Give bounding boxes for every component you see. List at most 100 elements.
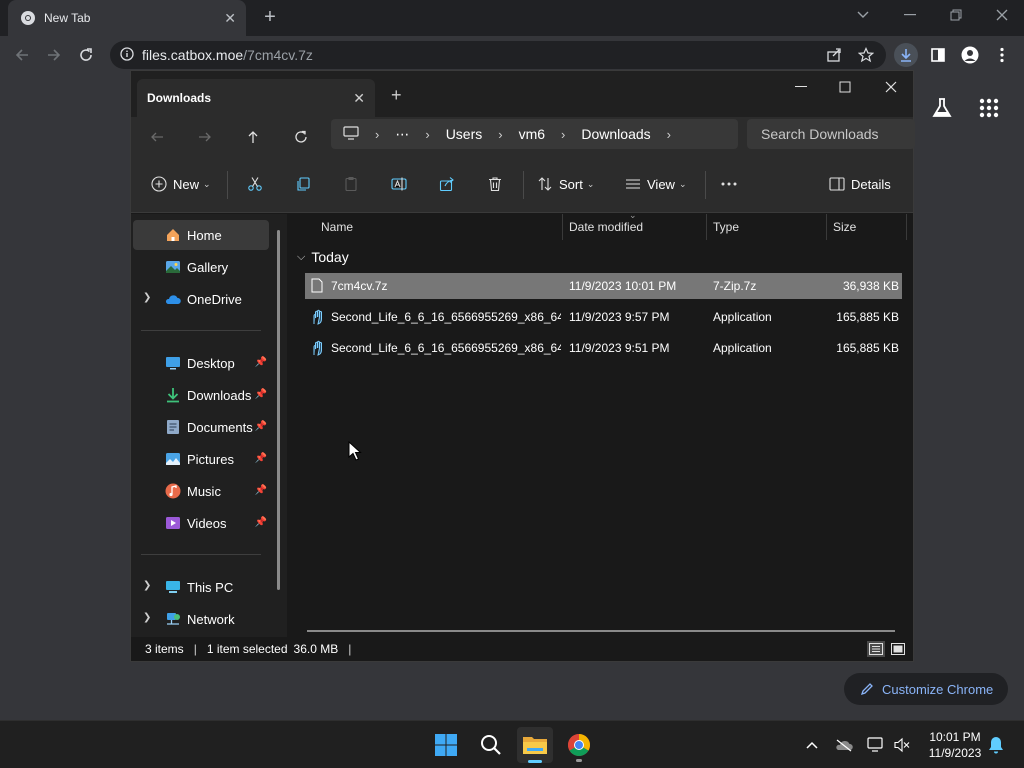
- taskbar-search-button[interactable]: [473, 727, 509, 763]
- file-row[interactable]: Second_Life_6_6_16_6566955269_x86_64_S..…: [305, 335, 902, 361]
- sidebar-item-gallery[interactable]: Gallery: [133, 252, 269, 282]
- sidebar-item-desktop[interactable]: Desktop 📌: [133, 348, 269, 378]
- column-header-name[interactable]: Name: [315, 214, 563, 240]
- labs-flask-icon[interactable]: [930, 96, 954, 120]
- new-tab-button[interactable]: +: [258, 6, 282, 30]
- pin-icon[interactable]: 📌: [255, 421, 267, 432]
- restore-icon[interactable]: [942, 4, 970, 26]
- explorer-address-bar[interactable]: › ⋯ › Users › vm6 › Downloads ›: [331, 119, 738, 149]
- taskbar-file-explorer[interactable]: [517, 727, 553, 763]
- profile-avatar-icon[interactable]: [958, 43, 982, 67]
- sidebar-item-this-pc[interactable]: ❯ This PC: [133, 572, 269, 602]
- explorer-body: Home Gallery ❯ OneDrive Desktop 📌 Downlo…: [131, 210, 913, 637]
- rename-button[interactable]: [391, 171, 407, 197]
- explorer-forward-icon[interactable]: [191, 123, 219, 151]
- chevron-right-icon[interactable]: ❯: [143, 292, 151, 303]
- pin-icon[interactable]: 📌: [255, 389, 267, 400]
- delete-button[interactable]: [487, 171, 503, 197]
- site-info-icon[interactable]: [120, 46, 134, 64]
- column-header-type[interactable]: Type: [707, 214, 827, 240]
- start-button[interactable]: [428, 727, 464, 763]
- breadcrumb-chevron-icon: ›: [425, 126, 430, 142]
- sidebar-item-pictures[interactable]: Pictures 📌: [133, 444, 269, 474]
- customize-chrome-button[interactable]: Customize Chrome: [844, 673, 1008, 705]
- tray-overflow-chevron-icon[interactable]: [802, 735, 822, 755]
- cut-button[interactable]: [247, 171, 263, 197]
- google-apps-grid-icon[interactable]: [978, 97, 1002, 121]
- sidebar-item-downloads[interactable]: Downloads 📌: [133, 380, 269, 410]
- explorer-up-icon[interactable]: [239, 123, 267, 151]
- chevron-right-icon[interactable]: ❯: [143, 580, 151, 591]
- tab-close-icon[interactable]: ✕: [224, 10, 236, 27]
- breadcrumb-vm6[interactable]: vm6: [519, 126, 545, 142]
- new-button[interactable]: New ⌄: [151, 171, 211, 197]
- forward-arrow-icon[interactable]: [42, 43, 66, 67]
- file-row[interactable]: 7cm4cv.7z 11/9/2023 10:01 PM 7-Zip.7z 36…: [305, 273, 902, 299]
- more-options-button[interactable]: [721, 171, 737, 197]
- explorer-new-tab-button[interactable]: +: [391, 85, 402, 106]
- volume-muted-icon[interactable]: [892, 735, 912, 755]
- pin-icon[interactable]: 📌: [255, 485, 267, 496]
- side-panel-icon[interactable]: [926, 43, 950, 67]
- sidebar-scrollbar[interactable]: [277, 230, 280, 590]
- tab-search-icon[interactable]: [849, 4, 877, 26]
- explorer-close-icon[interactable]: [873, 75, 909, 99]
- explorer-minimize-icon[interactable]: [783, 75, 819, 99]
- bookmark-star-icon[interactable]: [854, 43, 878, 67]
- copy-button[interactable]: [295, 171, 311, 197]
- group-header-label: Today: [311, 249, 349, 265]
- back-arrow-icon[interactable]: [10, 43, 34, 67]
- horizontal-scrollbar[interactable]: [307, 630, 895, 632]
- taskbar-chrome[interactable]: [561, 727, 597, 763]
- downloads-icon[interactable]: [894, 43, 918, 67]
- video-icon: [165, 515, 181, 531]
- explorer-tab-close-icon[interactable]: ✕: [353, 90, 365, 107]
- tab-new-tab[interactable]: New Tab ✕: [8, 0, 246, 36]
- file-generic-icon: [311, 278, 325, 294]
- explorer-refresh-icon[interactable]: [287, 123, 315, 151]
- network-status-icon[interactable]: [866, 735, 886, 755]
- chevron-right-icon[interactable]: ❯: [143, 612, 151, 623]
- column-header-size[interactable]: Size: [827, 214, 907, 240]
- paste-button[interactable]: [343, 171, 359, 197]
- sidebar-item-documents[interactable]: Documents 📌: [133, 412, 269, 442]
- details-view-icon[interactable]: [867, 641, 885, 657]
- breadcrumb-overflow-icon[interactable]: ⋯: [395, 126, 409, 143]
- file-type: 7-Zip.7z: [713, 279, 757, 293]
- minimize-icon[interactable]: [896, 4, 924, 26]
- sidebar-item-label: Pictures: [187, 451, 234, 467]
- reload-icon[interactable]: [74, 43, 98, 67]
- explorer-search-input[interactable]: Search Downloads: [747, 119, 915, 149]
- details-button[interactable]: Details: [829, 171, 891, 197]
- chrome-menu-icon[interactable]: [990, 43, 1014, 67]
- sidebar-item-onedrive[interactable]: ❯ OneDrive: [133, 284, 269, 314]
- onedrive-tray-icon[interactable]: [834, 735, 854, 755]
- pin-icon[interactable]: 📌: [255, 357, 267, 368]
- sidebar-item-videos[interactable]: Videos 📌: [133, 508, 269, 538]
- breadcrumb-users[interactable]: Users: [446, 126, 483, 142]
- pin-icon[interactable]: 📌: [255, 517, 267, 528]
- breadcrumb-chevron-icon[interactable]: ›: [667, 127, 671, 142]
- explorer-back-icon[interactable]: [143, 123, 171, 151]
- sidebar-item-network[interactable]: ❯ Network: [133, 604, 269, 634]
- copy-icon: [297, 177, 310, 191]
- explorer-tab-title: Downloads: [147, 91, 212, 105]
- sidebar-item-music[interactable]: Music 📌: [133, 476, 269, 506]
- explorer-tab-downloads[interactable]: Downloads ✕: [137, 79, 375, 117]
- sort-button[interactable]: Sort ⌄: [537, 171, 594, 197]
- large-icons-view-icon[interactable]: [889, 641, 907, 657]
- view-button[interactable]: View ⌄: [625, 171, 687, 197]
- taskbar-clock[interactable]: 10:01 PM 11/9/2023: [922, 729, 988, 761]
- close-window-icon[interactable]: [988, 4, 1016, 26]
- group-header-today[interactable]: ⌵ Today: [297, 246, 349, 268]
- breadcrumb-downloads[interactable]: Downloads: [581, 126, 650, 142]
- pin-icon[interactable]: 📌: [255, 453, 267, 464]
- file-row[interactable]: Second_Life_6_6_16_6566955269_x86_64_S..…: [305, 304, 902, 330]
- explorer-maximize-icon[interactable]: [827, 75, 863, 99]
- sidebar-item-home[interactable]: Home: [133, 220, 269, 250]
- notification-bell-icon[interactable]: [986, 735, 1006, 755]
- share-icon[interactable]: [822, 43, 846, 67]
- share-button[interactable]: [439, 171, 455, 197]
- address-bar[interactable]: files.catbox.moe/7cm4cv.7z: [110, 41, 886, 69]
- sidebar-item-label: Gallery: [187, 259, 229, 275]
